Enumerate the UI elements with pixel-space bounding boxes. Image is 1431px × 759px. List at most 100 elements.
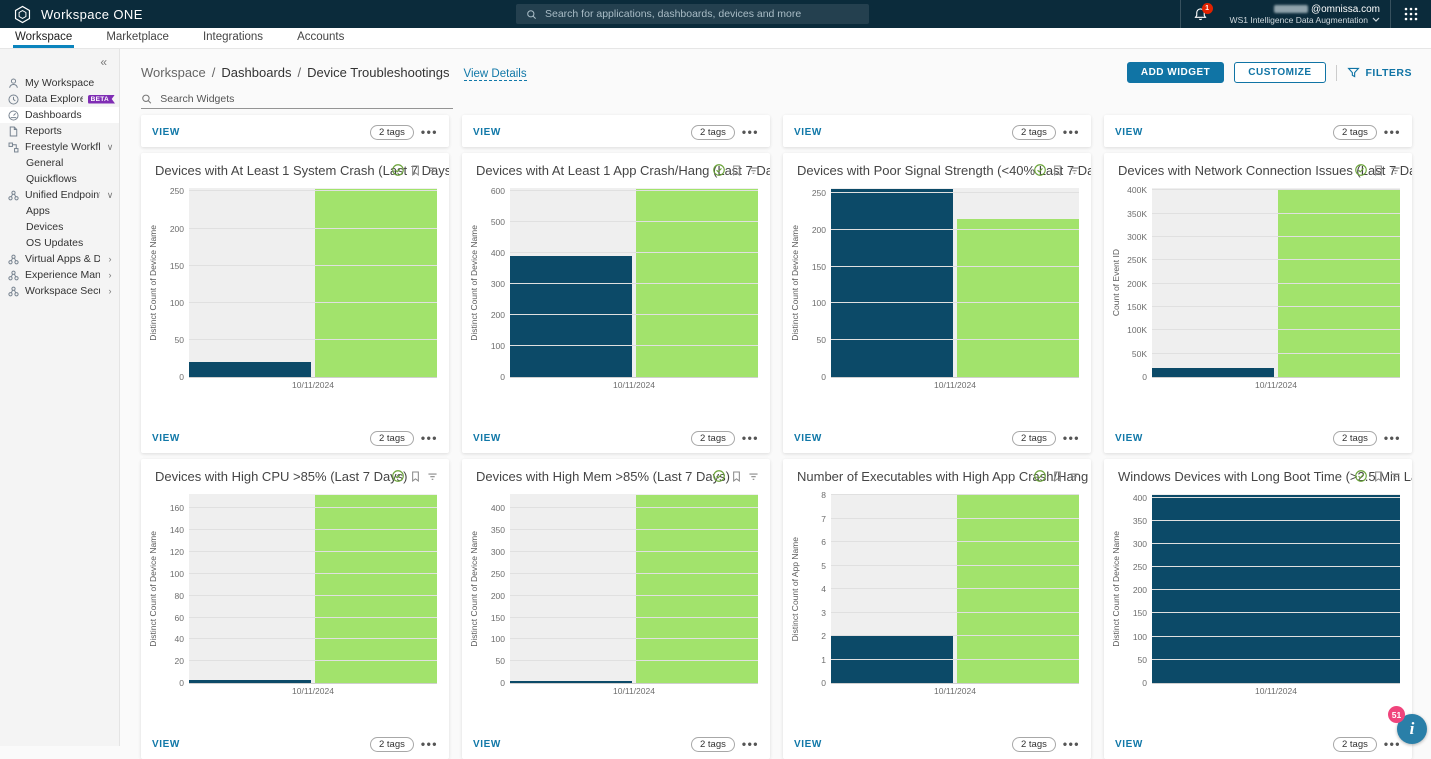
filter-lines-icon[interactable] <box>747 470 760 483</box>
bar[interactable] <box>636 495 758 683</box>
bar[interactable] <box>1152 368 1274 377</box>
widget-tags-badge[interactable]: 2 tags <box>1333 125 1377 140</box>
widget-view-link[interactable]: VIEW <box>473 127 501 138</box>
ellipsis-menu-icon[interactable]: ••• <box>742 739 759 749</box>
filter-lines-icon[interactable] <box>426 470 439 483</box>
bookmark-icon[interactable] <box>1051 470 1064 483</box>
widget-view-link[interactable]: VIEW <box>794 433 822 444</box>
ellipsis-menu-icon[interactable]: ••• <box>1384 433 1401 443</box>
bar[interactable] <box>957 219 1079 377</box>
bookmark-icon[interactable] <box>409 164 422 177</box>
ellipsis-menu-icon[interactable]: ••• <box>1063 739 1080 749</box>
sidebar-item-virtual-apps-deskto[interactable]: Virtual Apps & Deskto... › <box>0 251 119 267</box>
bookmark-icon[interactable] <box>1372 164 1385 177</box>
ellipsis-menu-icon[interactable]: ••• <box>1063 127 1080 137</box>
filter-lines-icon[interactable] <box>1068 164 1081 177</box>
bar[interactable] <box>315 495 437 683</box>
sidebar-item-data-explorer[interactable]: Data Explorer BETA <box>0 91 119 107</box>
bookmark-icon[interactable] <box>730 164 743 177</box>
filter-lines-icon[interactable] <box>747 164 760 177</box>
widget-tags-badge[interactable]: 2 tags <box>1333 737 1377 752</box>
check-circle-icon[interactable] <box>1354 469 1368 483</box>
widget-tags-badge[interactable]: 2 tags <box>1333 431 1377 446</box>
widget-view-link[interactable]: VIEW <box>152 127 180 138</box>
widget-view-link[interactable]: VIEW <box>473 739 501 750</box>
filter-lines-icon[interactable] <box>1389 164 1402 177</box>
filter-lines-icon[interactable] <box>1389 470 1402 483</box>
chevron-right-icon[interactable]: › <box>105 254 115 264</box>
check-circle-icon[interactable] <box>1033 469 1047 483</box>
chevron-right-icon[interactable]: › <box>105 286 115 296</box>
sidebar-item-general[interactable]: General <box>0 155 119 171</box>
widget-tags-badge[interactable]: 2 tags <box>1012 431 1056 446</box>
chevron-down-icon[interactable]: ∨ <box>105 190 115 201</box>
bar[interactable] <box>831 189 953 377</box>
ellipsis-menu-icon[interactable]: ••• <box>421 739 438 749</box>
check-circle-icon[interactable] <box>391 469 405 483</box>
widget-tags-badge[interactable]: 2 tags <box>691 431 735 446</box>
bar[interactable] <box>315 189 437 377</box>
check-circle-icon[interactable] <box>1033 163 1047 177</box>
widget-view-link[interactable]: VIEW <box>152 739 180 750</box>
ellipsis-menu-icon[interactable]: ••• <box>742 433 759 443</box>
tab-marketplace[interactable]: Marketplace <box>104 28 171 48</box>
widget-search-input[interactable] <box>160 93 453 105</box>
filter-lines-icon[interactable] <box>1068 470 1081 483</box>
sidebar-item-os-updates[interactable]: OS Updates <box>0 235 119 251</box>
ellipsis-menu-icon[interactable]: ••• <box>1384 127 1401 137</box>
global-search-input[interactable]: Search for applications, dashboards, dev… <box>516 4 869 24</box>
widget-view-link[interactable]: VIEW <box>473 433 501 444</box>
sidebar-item-my-workspace[interactable]: My Workspace <box>0 75 119 91</box>
bar[interactable] <box>510 681 632 683</box>
widget-view-link[interactable]: VIEW <box>1115 433 1143 444</box>
widget-tags-badge[interactable]: 2 tags <box>370 431 414 446</box>
bar[interactable] <box>189 680 311 683</box>
breadcrumb-root[interactable]: Workspace <box>141 65 206 80</box>
tab-integrations[interactable]: Integrations <box>201 28 265 48</box>
check-circle-icon[interactable] <box>1354 163 1368 177</box>
chevron-down-icon[interactable]: ∨ <box>105 142 115 153</box>
sidebar-item-freestyle-workflows[interactable]: Freestyle Workflows ∨ <box>0 139 119 155</box>
app-launcher-button[interactable] <box>1390 0 1431 28</box>
widget-tags-badge[interactable]: 2 tags <box>1012 125 1056 140</box>
sidebar-item-dashboards[interactable]: Dashboards <box>0 107 119 123</box>
sidebar-collapse-icon[interactable]: « <box>0 53 119 75</box>
help-widget[interactable]: 51 i <box>1397 714 1427 744</box>
sidebar-item-devices[interactable]: Devices <box>0 219 119 235</box>
widget-tags-badge[interactable]: 2 tags <box>1012 737 1056 752</box>
widget-tags-badge[interactable]: 2 tags <box>370 125 414 140</box>
check-circle-icon[interactable] <box>712 163 726 177</box>
widget-view-link[interactable]: VIEW <box>152 433 180 444</box>
ellipsis-menu-icon[interactable]: ••• <box>742 127 759 137</box>
breadcrumb-section[interactable]: Dashboards <box>221 65 291 80</box>
check-circle-icon[interactable] <box>391 163 405 177</box>
ellipsis-menu-icon[interactable]: ••• <box>421 433 438 443</box>
widget-tags-badge[interactable]: 2 tags <box>691 737 735 752</box>
sidebar-item-quickflows[interactable]: Quickflows <box>0 171 119 187</box>
ellipsis-menu-icon[interactable]: ••• <box>421 127 438 137</box>
tab-workspace[interactable]: Workspace <box>13 28 74 48</box>
account-menu[interactable]: @omnissa.com WS1 Intelligence Data Augme… <box>1220 0 1390 28</box>
sidebar-item-reports[interactable]: Reports <box>0 123 119 139</box>
sidebar-item-experience-managem[interactable]: Experience Managem... › <box>0 267 119 283</box>
widget-tags-badge[interactable]: 2 tags <box>691 125 735 140</box>
sidebar-item-workspace-security[interactable]: Workspace Security › <box>0 283 119 299</box>
filter-lines-icon[interactable] <box>426 164 439 177</box>
customize-button[interactable]: CUSTOMIZE <box>1234 62 1325 83</box>
bar[interactable] <box>189 362 311 377</box>
sidebar-item-apps[interactable]: Apps <box>0 203 119 219</box>
add-widget-button[interactable]: ADD WIDGET <box>1127 62 1224 83</box>
bar[interactable] <box>510 256 632 377</box>
widget-view-link[interactable]: VIEW <box>794 739 822 750</box>
sidebar-item-unified-endpoint-man[interactable]: Unified Endpoint Man... ∨ <box>0 187 119 203</box>
bookmark-icon[interactable] <box>1051 164 1064 177</box>
view-details-link[interactable]: View Details <box>464 68 527 81</box>
check-circle-icon[interactable] <box>712 469 726 483</box>
tab-accounts[interactable]: Accounts <box>295 28 346 48</box>
chevron-right-icon[interactable]: › <box>105 270 115 280</box>
workspace-one-logo[interactable]: Workspace ONE <box>0 5 200 24</box>
widget-view-link[interactable]: VIEW <box>1115 127 1143 138</box>
filters-button[interactable]: FILTERS <box>1347 66 1412 79</box>
bookmark-icon[interactable] <box>730 470 743 483</box>
widget-tags-badge[interactable]: 2 tags <box>370 737 414 752</box>
